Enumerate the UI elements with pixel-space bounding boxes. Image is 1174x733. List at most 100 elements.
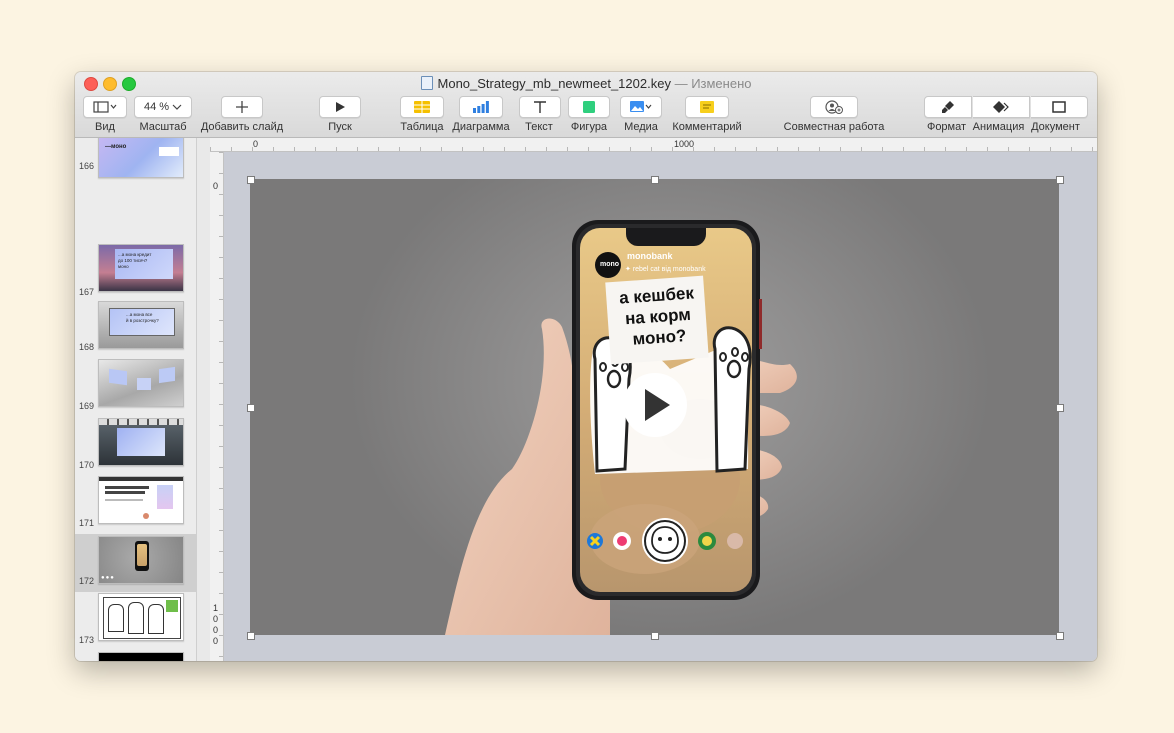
slide-thumbnail[interactable]: —моно (98, 138, 184, 178)
slide-number: 171 (78, 518, 94, 528)
resize-handle-right[interactable] (1056, 404, 1064, 412)
billboard-image: ...а мона кредит до 100 тисяч? моно (115, 249, 173, 279)
slide-thumbnail-row[interactable]: 173 (75, 593, 196, 651)
slide-navigator[interactable]: —моно 166 ...а мона кредит до 100 тисяч?… (75, 138, 196, 661)
paintbrush-icon (941, 101, 954, 113)
slide-thumbnail[interactable] (98, 652, 184, 661)
ruler-mark-1000-digit: 1 (213, 603, 219, 613)
sidebar-resize-handle[interactable] (196, 138, 211, 661)
animate-icon (992, 101, 1009, 113)
media-button[interactable] (620, 96, 662, 118)
slide-thumbnail[interactable] (98, 476, 184, 524)
slide-thumbnail-row[interactable]: 170 (75, 418, 196, 476)
article-header (99, 477, 183, 481)
slide-thumbnail[interactable]: ...а мона все й в розстрочку? (98, 301, 184, 349)
current-slide[interactable]: mono monobank ✦ rebel cat від monobank а… (250, 179, 1059, 635)
ruler-mark-0: 0 (253, 139, 259, 149)
slide-thumbnail-row[interactable]: —моно 166 (75, 138, 196, 188)
slide-thumbnail-row[interactable]: 169 (75, 359, 196, 417)
zoom-value: 44 % (143, 101, 170, 113)
document-button[interactable] (1031, 96, 1089, 118)
chart-icon (473, 101, 489, 113)
slide-number: 170 (78, 460, 94, 470)
play-label: Пуск (328, 121, 352, 133)
poster-image (137, 378, 151, 390)
collaborate[interactable]: Совместная работа (781, 96, 887, 133)
article-image (157, 485, 173, 509)
text-icon (534, 101, 546, 113)
article-line (105, 486, 149, 489)
slide-thumbnail-row-selected[interactable]: ●●● 172 (75, 534, 196, 592)
resize-handle-top[interactable] (651, 176, 659, 184)
poster-image (109, 368, 127, 386)
comic-figure (128, 602, 144, 634)
collaborate-button[interactable] (810, 96, 858, 118)
horizontal-ruler: 0 1000 (210, 138, 1097, 152)
text[interactable]: Текст (519, 96, 561, 133)
text-label: Текст (525, 121, 553, 133)
slide-thumbnail-row[interactable]: 174 (75, 651, 196, 661)
add-slide-button[interactable] (221, 96, 263, 118)
document-icon (1052, 101, 1067, 113)
document-label: Документ (1031, 121, 1080, 133)
collaborate-icon (825, 100, 843, 114)
table[interactable]: Таблица (397, 96, 447, 133)
view-menu[interactable]: Вид (82, 96, 128, 133)
resize-handle-left[interactable] (247, 404, 255, 412)
resize-handle-bottom[interactable] (651, 632, 659, 640)
vertical-ruler: 0 1 0 0 0 (210, 152, 224, 661)
sticker-text: а кешбек на корм моно? (606, 282, 710, 352)
slide-thumbnail[interactable] (98, 359, 184, 407)
text-button[interactable] (519, 96, 561, 118)
play[interactable]: Пуск (318, 96, 362, 133)
slide-thumbnail-row[interactable]: 171 (75, 476, 196, 534)
format-label: Формат (926, 121, 967, 133)
slide-thumbnail[interactable]: ●●● (98, 536, 184, 584)
slide-thumbnail-row[interactable]: ...а мона кредит до 100 тисяч? моно 167 (75, 242, 196, 300)
add-slide[interactable]: Добавить слайд (199, 96, 285, 133)
resize-handle-top-right[interactable] (1056, 176, 1064, 184)
chart-button[interactable] (459, 96, 503, 118)
comment[interactable]: Комментарий (669, 96, 745, 133)
titlebar: Mono_Strategy_mb_newmeet_1202.key — Изме… (75, 72, 1097, 138)
play-icon (336, 102, 345, 112)
avatar (143, 513, 149, 519)
slide-thumbnail-row[interactable]: ...а мона все й в розстрочку? 168 (75, 301, 196, 359)
view-button[interactable] (83, 96, 127, 118)
slide-canvas[interactable]: 0 1000 0 1 0 0 0 mono monobank ✦ rebel c… (210, 138, 1097, 661)
ruler-mark-1000-digit: 0 (213, 625, 219, 635)
ruler-mark-1000-digit: 0 (213, 614, 219, 624)
chevron-down-icon (172, 104, 182, 110)
article-line (105, 491, 145, 494)
slide-thumbnail[interactable] (98, 418, 184, 466)
resize-handle-top-left[interactable] (247, 176, 255, 184)
ruler-mark-1000: 1000 (674, 139, 695, 149)
slide-thumbnail-text: —моно (105, 144, 127, 150)
chart[interactable]: Диаграмма (449, 96, 513, 133)
phone-image (135, 541, 149, 571)
format-button[interactable] (923, 96, 972, 118)
story-account-subtitle-text: rebel cat від monobank (632, 266, 706, 273)
screen-strip (99, 419, 183, 425)
comment-button[interactable] (685, 96, 729, 118)
slide-thumbnail[interactable] (98, 593, 184, 641)
phone-screen (137, 544, 147, 566)
media[interactable]: Медиа (619, 96, 663, 133)
shape-button[interactable] (568, 96, 610, 118)
screen-image (117, 428, 165, 456)
animate-button[interactable] (972, 96, 1030, 118)
play-button[interactable] (319, 96, 361, 118)
slide-thumbnail-text: ...а мона кредит (118, 252, 152, 257)
slide-thumbnail-text: моно (118, 264, 129, 269)
resize-handle-bottom-left[interactable] (247, 632, 255, 640)
slide-thumbnail[interactable]: ...а мона кредит до 100 тисяч? моно (98, 244, 184, 292)
ruler-mark-0: 0 (213, 181, 219, 191)
shape[interactable]: Фигура (567, 96, 611, 133)
collaborate-label: Совместная работа (783, 121, 885, 133)
table-label: Таблица (400, 121, 444, 133)
zoom-menu[interactable]: 44 % Масштаб (133, 96, 193, 133)
zoom-button[interactable]: 44 % (134, 96, 192, 118)
resize-handle-bottom-right[interactable] (1056, 632, 1064, 640)
table-button[interactable] (400, 96, 444, 118)
slide-number: 169 (78, 401, 94, 411)
